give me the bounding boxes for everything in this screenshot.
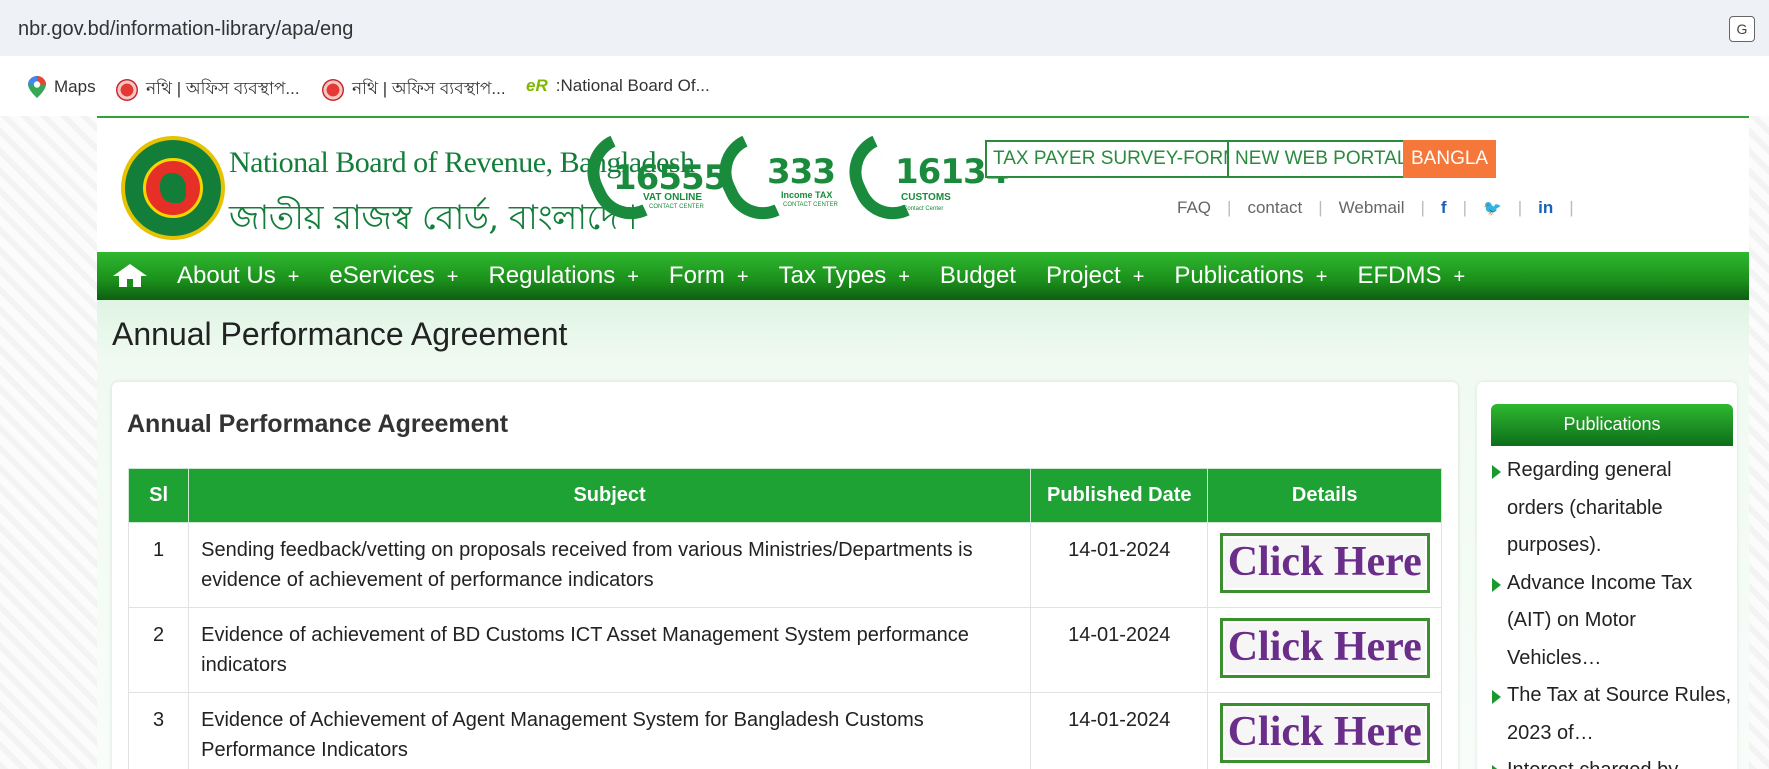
- web-page: National Board of Revenue, Bangladesh জা…: [97, 116, 1749, 769]
- url-text[interactable]: nbr.gov.bd/information-library/apa/eng: [18, 18, 353, 41]
- row-date: 14-01-2024: [1030, 692, 1209, 769]
- contact-link[interactable]: contact: [1247, 198, 1302, 218]
- caret-right-icon: [1492, 690, 1501, 704]
- nav-form[interactable]: Form +: [669, 262, 749, 290]
- content-area: Annual Performance Agreement Annual Perf…: [97, 300, 1749, 769]
- bookmark-label: নথি | অফিস ব্যবস্থাপ...: [352, 79, 506, 98]
- org-name-bangla: জাতীয় রাজস্ব বোর্ড, বাংলাদেশ: [229, 198, 638, 238]
- maps-pin-icon: [28, 76, 46, 98]
- row-details: Click Here: [1207, 522, 1442, 608]
- nav-budget[interactable]: Budget: [940, 262, 1016, 290]
- link-separator: |: [1462, 198, 1468, 217]
- nav-publications[interactable]: Publications +: [1174, 262, 1327, 290]
- sidebar-title: Publications: [1491, 404, 1733, 446]
- row-details: Click Here: [1207, 607, 1442, 693]
- bookmark-nothi-2[interactable]: নথি | অফিস ব্যবস্থাপ...: [322, 76, 506, 104]
- row-details: Click Here: [1207, 692, 1442, 769]
- bookmark-nbr[interactable]: eR :National Board Of...: [526, 76, 710, 96]
- nav-project[interactable]: Project +: [1046, 262, 1144, 290]
- link-separator: |: [1569, 198, 1574, 217]
- table-row: 1 Sending feedback/vetting on proposals …: [127, 522, 1442, 608]
- address-bar[interactable]: nbr.gov.bd/information-library/apa/eng G: [0, 0, 1769, 56]
- click-here-button[interactable]: Click Here: [1219, 703, 1430, 763]
- webmail-link[interactable]: Webmail: [1339, 198, 1405, 218]
- column-header-details: Details: [1207, 468, 1442, 523]
- publications-list: Regarding general orders (charitable pur…: [1491, 452, 1733, 769]
- hotline-sublabel: CONTACT CENTER: [783, 202, 838, 208]
- click-here-button[interactable]: Click Here: [1219, 618, 1430, 678]
- table-row: 3 Evidence of Achievement of Agent Manag…: [127, 692, 1442, 769]
- nbr-logo[interactable]: [121, 136, 225, 240]
- nav-efdms[interactable]: EFDMS +: [1357, 262, 1465, 290]
- list-item[interactable]: Advance Income Tax (AIT) on Motor Vehicl…: [1491, 565, 1733, 678]
- twitter-icon[interactable]: 🐦: [1483, 199, 1502, 217]
- nothi-icon: [116, 79, 138, 101]
- hotline-label: CUSTOMS: [901, 192, 951, 203]
- row-sl: 3: [127, 692, 190, 769]
- publications-sidebar: Publications Regarding general orders (c…: [1477, 382, 1737, 769]
- card-title: Annual Performance Agreement: [127, 410, 509, 438]
- logo-emblem: [143, 158, 203, 218]
- bangla-language-button[interactable]: BANGLA: [1403, 140, 1497, 178]
- table-row: 2 Evidence of achievement of BD Customs …: [127, 607, 1442, 693]
- nothi-icon: [322, 79, 344, 101]
- hotline-customs: 16134 CUSTOMS Contact Center: [836, 135, 1009, 238]
- hotline-sublabel: Contact Center: [903, 206, 944, 212]
- bangladesh-map-icon: [160, 173, 186, 203]
- apa-table: Sl Subject Published Date Details 1 Send…: [127, 468, 1442, 769]
- row-subject: Evidence of achievement of BD Customs IC…: [188, 607, 1032, 693]
- caret-right-icon: [1492, 465, 1501, 479]
- main-navigation: About Us + eServices + Regulations + Form + …: [97, 252, 1749, 300]
- row-date: 14-01-2024: [1030, 607, 1209, 693]
- hotline-number: 333: [767, 152, 836, 192]
- row-subject: Sending feedback/vetting on proposals re…: [188, 522, 1032, 608]
- hotline-sublabel: CONTACT CENTER: [649, 204, 704, 210]
- row-subject: Evidence of Achievement of Agent Managem…: [188, 692, 1032, 769]
- facebook-icon[interactable]: f: [1441, 198, 1447, 218]
- row-sl: 2: [127, 607, 190, 693]
- link-separator: |: [1318, 198, 1323, 217]
- link-separator: |: [1420, 198, 1425, 217]
- hotline-income-tax: 333 Income TAX CONTACT CENTER: [706, 135, 845, 238]
- hotline-label: VAT ONLINE: [643, 192, 703, 203]
- home-icon[interactable]: [113, 264, 147, 288]
- row-sl: 1: [127, 522, 190, 608]
- nav-eservices[interactable]: eServices +: [329, 262, 458, 290]
- column-header-date: Published Date: [1030, 468, 1209, 523]
- linkedin-icon[interactable]: in: [1538, 198, 1553, 218]
- column-header-subject: Subject: [188, 468, 1032, 523]
- page-title: Annual Performance Agreement: [112, 316, 568, 352]
- list-item[interactable]: The Tax at Source Rules, 2023 of…: [1491, 677, 1733, 752]
- list-item[interactable]: Regarding general orders (charitable pur…: [1491, 452, 1733, 565]
- list-item[interactable]: Interest charged by: [1491, 752, 1733, 769]
- bookmark-maps[interactable]: Maps: [28, 76, 96, 98]
- click-here-button[interactable]: Click Here: [1219, 533, 1430, 593]
- caret-right-icon: [1492, 765, 1501, 769]
- bookmark-label: :National Board Of...: [555, 76, 710, 95]
- link-separator: |: [1227, 198, 1232, 217]
- row-date: 14-01-2024: [1030, 522, 1209, 608]
- faq-link[interactable]: FAQ: [1177, 198, 1211, 218]
- caret-right-icon: [1492, 577, 1501, 592]
- left-pattern-background: [0, 116, 97, 769]
- hotline-label: Income TAX: [781, 190, 833, 200]
- bookmark-label: Maps: [54, 77, 96, 96]
- taxpayer-survey-button[interactable]: TAX PAYER SURVEY-FORM: [985, 140, 1247, 178]
- translate-icon[interactable]: G: [1729, 16, 1755, 42]
- apa-card: Annual Performance Agreement Sl Subject …: [112, 382, 1458, 769]
- link-separator: |: [1517, 198, 1523, 217]
- nav-tax-types[interactable]: Tax Types +: [779, 262, 910, 290]
- new-web-portal-button[interactable]: NEW WEB PORTAL: [1227, 140, 1416, 178]
- column-header-sl: Sl: [127, 468, 190, 523]
- right-pattern-background: [1749, 116, 1769, 769]
- site-header: National Board of Revenue, Bangladesh জা…: [97, 118, 1749, 252]
- bookmark-nothi-1[interactable]: নথি | অফিস ব্যবস্থাপ...: [116, 76, 300, 104]
- top-links: FAQ | contact | Webmail | f | 🐦 | in |: [1177, 196, 1590, 220]
- nav-regulations[interactable]: Regulations +: [488, 262, 638, 290]
- bookmarks-bar: Maps নথি | অফিস ব্যবস্থাপ... নথি | অফিস …: [0, 56, 1769, 116]
- nav-about-us[interactable]: About Us +: [177, 262, 299, 290]
- hotline-vat: 16555 VAT ONLINE CONTACT CENTER: [574, 135, 727, 238]
- bookmark-label: নথি | অফিস ব্যবস্থাপ...: [146, 79, 300, 98]
- er-icon: eR: [526, 76, 548, 95]
